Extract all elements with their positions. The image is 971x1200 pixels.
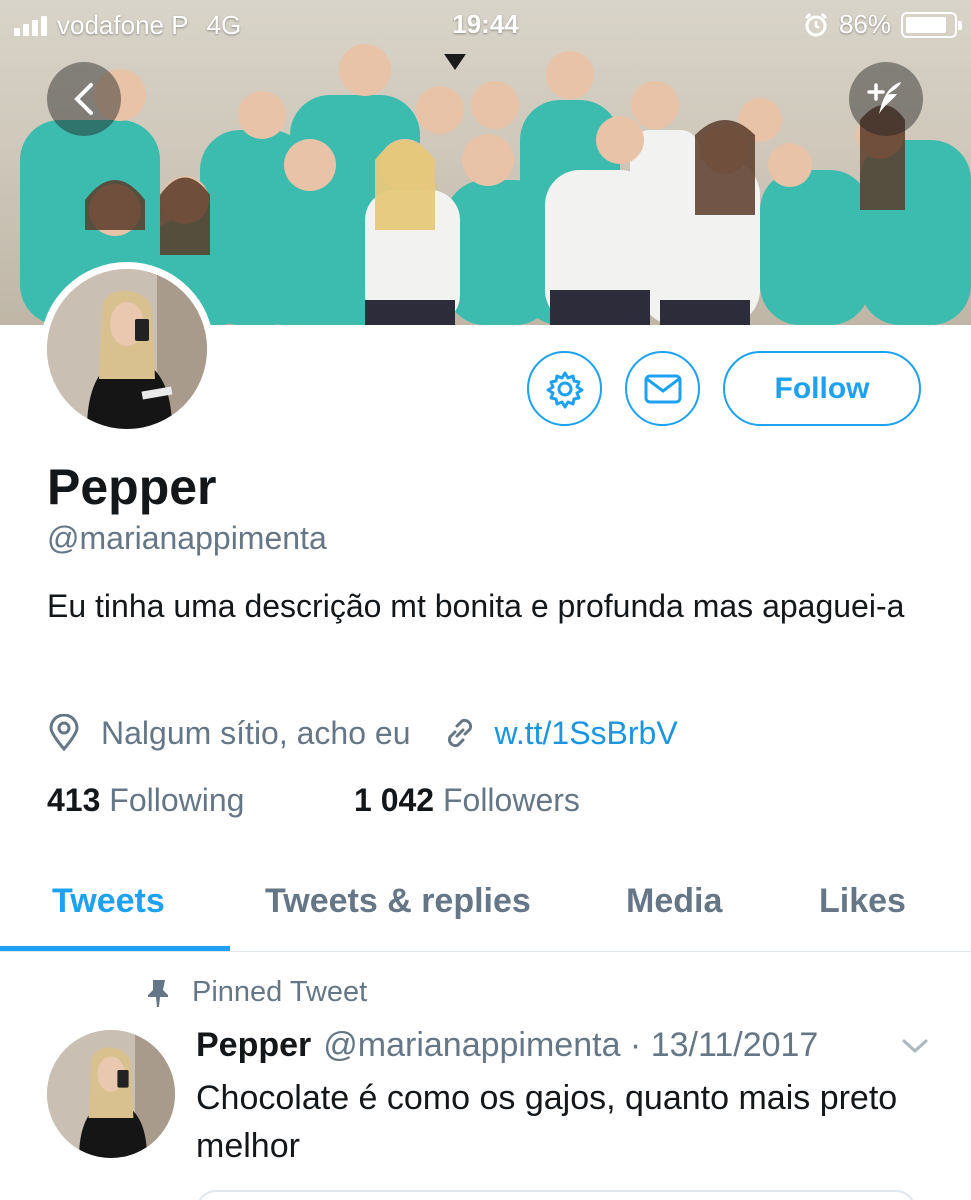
tweet-text: Chocolate é como os gajos, quanto mais p… (196, 1079, 898, 1165)
tab-likes[interactable]: Likes (819, 882, 906, 921)
followers-count-link[interactable]: 1 042 Followers (354, 782, 580, 819)
tweet-author-avatar-image (47, 1030, 175, 1158)
profile-avatar[interactable] (40, 262, 214, 436)
profile-handle: @marianappimenta (47, 520, 327, 556)
tweet-date[interactable]: 13/11/2017 (651, 1026, 819, 1064)
alarm-clock-icon (804, 12, 828, 36)
following-label: Following (109, 782, 245, 818)
profile-display-name: Pepper (47, 459, 217, 515)
profile-website-link[interactable]: w.tt/1SsBrbV (495, 715, 678, 752)
followers-label: Followers (442, 782, 580, 818)
pinned-tweet-label: Pinned Tweet (192, 976, 368, 1008)
active-tab-indicator (0, 946, 230, 951)
followers-count: 1 042 (354, 782, 435, 818)
profile-tabs: Tweets Tweets & replies Media Likes (0, 866, 971, 952)
compose-tweet-button[interactable] (849, 62, 923, 136)
chevron-down-icon (902, 1039, 928, 1054)
battery-icon (901, 11, 962, 38)
gear-icon (546, 371, 583, 408)
pinned-tweet-label-row: Pinned Tweet (146, 976, 367, 1009)
follow-button[interactable]: Follow (723, 351, 921, 426)
tab-media[interactable]: Media (626, 882, 722, 921)
settings-button[interactable] (527, 351, 602, 426)
profile-bio: Eu tinha uma descrição mt bonita e profu… (47, 588, 905, 624)
tweet-author-name[interactable]: Pepper (196, 1026, 311, 1064)
tweet-avatar-portrait-graphic (47, 1030, 175, 1158)
link-icon (447, 718, 472, 748)
avatar-portrait-graphic (47, 269, 207, 429)
tab-tweets-and-replies[interactable]: Tweets & replies (265, 882, 531, 921)
pin-icon (148, 979, 168, 1007)
status-bar: vodafone P 4G 19:44 86% (0, 0, 971, 48)
profile-counts: 413 Following 1 042 Followers (47, 782, 580, 819)
following-count: 413 (47, 782, 101, 818)
compose-feather-icon (867, 82, 901, 114)
profile-location: Nalgum sítio, acho eu (101, 714, 411, 751)
profile-meta: Nalgum sítio, acho eu w.tt/1SsBrbV (47, 710, 678, 756)
tab-tweets[interactable]: Tweets (52, 882, 165, 921)
chevron-left-icon (74, 83, 93, 115)
battery-fill (906, 16, 946, 33)
tweet-media-card-edge[interactable] (196, 1190, 916, 1200)
tweet-header-separator: · (620, 1026, 651, 1064)
tweet-header: Pepper @marianappimenta · 13/11/2017 (196, 1026, 818, 1065)
status-bar-right: 86% (803, 9, 962, 40)
profile-avatar-image (47, 269, 207, 429)
battery-percentage: 86% (838, 9, 891, 39)
location-pin-icon (49, 714, 79, 752)
envelope-icon (644, 374, 681, 403)
following-count-link[interactable]: 413 Following (47, 782, 354, 819)
tweet-author-handle[interactable]: @marianappimenta (323, 1026, 620, 1064)
direct-message-button[interactable] (625, 351, 700, 426)
tweet-author-avatar[interactable] (47, 1030, 175, 1158)
tweet-options-button[interactable] (900, 1036, 930, 1061)
back-button[interactable] (47, 62, 121, 136)
